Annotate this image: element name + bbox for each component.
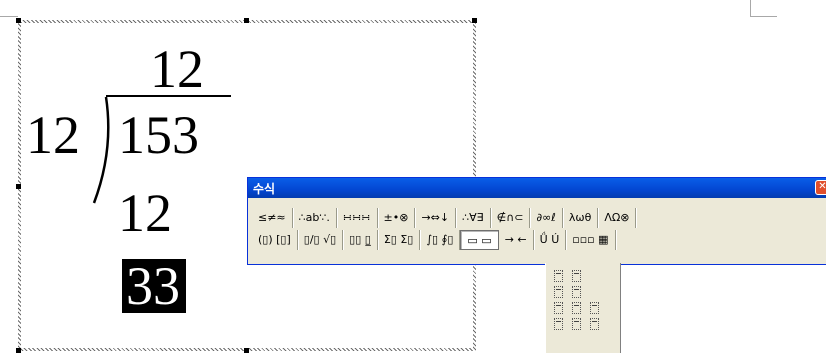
- palette-template-item[interactable]: [554, 270, 563, 282]
- window-title: 수식: [253, 182, 276, 196]
- margin-guide-corner-vertical: [750, 0, 751, 16]
- integral-templates-button[interactable]: ∫▯ ∮▯: [420, 230, 461, 250]
- palette-template-item[interactable]: [572, 302, 581, 314]
- palette-row: [554, 284, 620, 300]
- summation-templates-button[interactable]: Σ▯ Σ▯: [378, 230, 421, 250]
- spaces-ellipses-button[interactable]: ∴ab∵.: [293, 208, 337, 228]
- greek-lowercase-button[interactable]: λωθ: [563, 208, 599, 228]
- dividend: 153: [118, 105, 199, 165]
- embellishments-button[interactable]: ∺∺∺: [337, 208, 378, 228]
- labeled-arrow-templates-button[interactable]: → ←: [499, 230, 534, 250]
- palette-template-item[interactable]: [590, 318, 599, 330]
- set-theory-symbols-button[interactable]: ∉∩⊂: [491, 208, 531, 228]
- template-palette-row: (▯) [▯] ▯/▯ √▯ ▯▯ ▯̲ Σ▯ Σ▯ ∫▯ ∮▯ ▭ ▭ → ←…: [252, 230, 616, 250]
- underbar-overbar-templates-button[interactable]: ▭ ▭: [460, 230, 499, 250]
- remainder-selected[interactable]: 33: [122, 259, 186, 313]
- palette-template-item[interactable]: [554, 302, 563, 314]
- palette-template-item[interactable]: [572, 286, 581, 298]
- division-bar: [106, 95, 231, 97]
- palette-row: [554, 316, 620, 332]
- close-button[interactable]: ✕: [815, 180, 826, 195]
- arrow-symbols-button[interactable]: →⇔↓: [415, 208, 457, 228]
- symbol-palette-row: ≤≠≈ ∴ab∵. ∺∺∺ ±•⊗ →⇔↓ ∴∀∃ ∉∩⊂ ∂∞ℓ λωθ ΛΩ…: [252, 208, 637, 228]
- resize-handle-bottom-left[interactable]: [16, 348, 21, 353]
- relational-symbols-button[interactable]: ≤≠≈: [252, 208, 293, 228]
- logical-symbols-button[interactable]: ∴∀∃: [456, 208, 491, 228]
- operator-symbols-button[interactable]: ±•⊗: [378, 208, 416, 228]
- equation-toolbar-window: 수식 ✕ ≤≠≈ ∴ab∵. ∺∺∺ ±•⊗ →⇔↓ ∴∀∃ ∉∩⊂ ∂∞ℓ λ…: [247, 177, 826, 265]
- resize-handle-top[interactable]: [244, 18, 249, 23]
- palette-row: [554, 268, 620, 284]
- subscript-superscript-templates-button[interactable]: ▯▯ ▯̲: [343, 230, 378, 250]
- fraction-radical-templates-button[interactable]: ▯/▯ √▯: [298, 230, 344, 250]
- title-bar[interactable]: 수식 ✕: [248, 178, 826, 198]
- resize-handle-top-left[interactable]: [16, 18, 21, 23]
- palette-row: [554, 300, 620, 316]
- palette-template-item[interactable]: [590, 302, 599, 314]
- palette-template-item[interactable]: [554, 286, 563, 298]
- margin-guide-left: [0, 16, 18, 17]
- palette-template-item[interactable]: [572, 318, 581, 330]
- matrix-templates-button[interactable]: ▫▫▫ ▦: [566, 230, 616, 250]
- resize-handle-top-right[interactable]: [472, 18, 477, 23]
- underbar-overbar-palette: [545, 263, 621, 353]
- resize-handle-bottom[interactable]: [244, 348, 249, 353]
- subtrahend: 12: [118, 183, 172, 243]
- quotient: 12: [150, 39, 204, 99]
- palette-template-item[interactable]: [554, 318, 563, 330]
- divisor: 12: [26, 105, 80, 165]
- resize-handle-left[interactable]: [16, 184, 21, 189]
- misc-symbols-button[interactable]: ∂∞ℓ: [530, 208, 563, 228]
- greek-uppercase-button[interactable]: ΛΩ⊗: [598, 208, 637, 228]
- margin-guide-corner-horizontal: [750, 16, 777, 17]
- products-set-templates-button[interactable]: Ǘ Ú: [534, 230, 567, 250]
- division-bracket: [92, 96, 110, 204]
- fence-templates-button[interactable]: (▯) [▯]: [252, 230, 298, 250]
- palette-template-item[interactable]: [572, 270, 581, 282]
